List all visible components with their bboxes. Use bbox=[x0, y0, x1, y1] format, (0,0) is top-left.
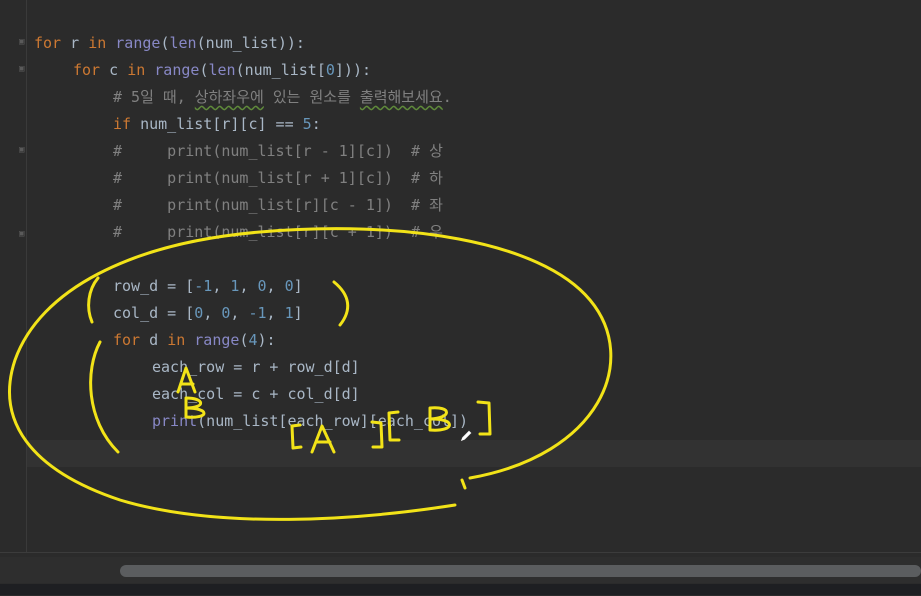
code-token: ): bbox=[257, 331, 276, 349]
fold-marker-icon[interactable]: ▣ bbox=[19, 230, 28, 239]
code-editor[interactable]: ▣ ▣ ▣ ▣ for r in range(len(num_list)): fo… bbox=[0, 0, 921, 552]
code-line[interactable]: # print(num_list[r - 1][c]) # 상 bbox=[113, 138, 443, 165]
code-token: # 5일 때, bbox=[113, 88, 195, 106]
code-token: # print(num_list[r + 1][c]) # 하 bbox=[113, 169, 443, 187]
code-token: . bbox=[442, 88, 452, 106]
code-line[interactable]: for c in range(len(num_list[0])): bbox=[73, 57, 371, 84]
bottom-strip bbox=[0, 584, 921, 595]
code-token: -1 bbox=[248, 304, 267, 322]
gutter-divider bbox=[26, 0, 27, 552]
code-token: , bbox=[239, 277, 258, 295]
code-token: each_row = r + row_d[d] bbox=[152, 358, 360, 376]
code-token: (num_list[ bbox=[235, 61, 326, 79]
code-line[interactable]: # print(num_list[r + 1][c]) # 하 bbox=[113, 165, 443, 192]
fold-marker-icon[interactable]: ▣ bbox=[19, 146, 28, 155]
code-token: range bbox=[194, 331, 240, 349]
code-line[interactable]: # print(num_list[r][c - 1]) # 좌 bbox=[113, 192, 443, 219]
code-token: ] bbox=[293, 277, 303, 295]
code-token: d bbox=[140, 331, 168, 349]
code-token: if bbox=[113, 115, 132, 133]
code-token: # print(num_list[r][c + 1]) # 우 bbox=[113, 223, 443, 241]
code-line[interactable]: col_d = [0, 0, -1, 1] bbox=[113, 300, 303, 327]
code-token: row_d = [ bbox=[113, 277, 195, 295]
code-token: in bbox=[127, 61, 146, 79]
code-token: in bbox=[167, 331, 186, 349]
code-line[interactable]: for r in range(len(num_list)): bbox=[34, 30, 305, 57]
code-token: for bbox=[113, 331, 141, 349]
code-token: len bbox=[208, 61, 236, 79]
code-line[interactable]: # 5일 때, 상하좌우에 있는 원소를 출력해보세요. bbox=[113, 84, 452, 111]
code-token: r bbox=[61, 34, 89, 52]
code-token: len bbox=[169, 34, 197, 52]
code-line[interactable]: row_d = [-1, 1, 0, 0] bbox=[113, 273, 303, 300]
code-line[interactable]: if num_list[r][c] == 5: bbox=[113, 111, 321, 138]
code-token: 0 bbox=[284, 277, 294, 295]
code-token: 0 bbox=[325, 61, 335, 79]
code-token: ] bbox=[293, 304, 303, 322]
code-token: 출력해보세요 bbox=[359, 88, 443, 106]
code-token: for bbox=[34, 34, 62, 52]
code-token: col_d = [ bbox=[113, 304, 195, 322]
code-line[interactable]: each_col = c + col_d[d] bbox=[152, 381, 360, 408]
code-token: ])): bbox=[334, 61, 372, 79]
code-token: , bbox=[212, 277, 231, 295]
code-line[interactable]: # print(num_list[r][c + 1]) # 우 bbox=[113, 219, 443, 246]
code-token: : bbox=[311, 115, 321, 133]
code-token: for bbox=[73, 61, 101, 79]
code-token: range bbox=[115, 34, 161, 52]
code-token: 있는 원소를 bbox=[263, 88, 360, 106]
code-token: (num_list)): bbox=[196, 34, 305, 52]
code-token: print bbox=[152, 412, 198, 430]
code-token: , bbox=[203, 304, 222, 322]
code-token: , bbox=[266, 277, 285, 295]
code-token: num_list[r][c] == bbox=[131, 115, 303, 133]
code-token: 0 bbox=[194, 304, 204, 322]
code-token: c bbox=[100, 61, 128, 79]
code-token: 상하좌우에 bbox=[194, 88, 264, 106]
code-token: 4 bbox=[248, 331, 258, 349]
pen-cursor-icon bbox=[459, 429, 473, 443]
code-token: # print(num_list[r - 1][c]) # 상 bbox=[113, 142, 443, 160]
code-line[interactable]: print(num_list[each_row][each_col]) bbox=[152, 408, 468, 435]
code-token: 0 bbox=[257, 277, 267, 295]
code-token: (num_list[each_row][each_col]) bbox=[197, 412, 469, 430]
code-token: , bbox=[230, 304, 249, 322]
code-token: 1 bbox=[284, 304, 294, 322]
fold-marker-icon[interactable]: ▣ bbox=[19, 38, 28, 47]
horizontal-scrollbar-thumb[interactable] bbox=[120, 565, 921, 577]
code-token: -1 bbox=[194, 277, 213, 295]
code-line[interactable]: each_row = r + row_d[d] bbox=[152, 354, 360, 381]
code-token: # print(num_list[r][c - 1]) # 좌 bbox=[113, 196, 443, 214]
code-token: 5 bbox=[302, 115, 312, 133]
code-token: each_col = c + col_d[d] bbox=[152, 385, 360, 403]
code-token: , bbox=[266, 304, 285, 322]
code-token: in bbox=[88, 34, 107, 52]
code-token: range bbox=[154, 61, 200, 79]
fold-marker-icon[interactable]: ▣ bbox=[19, 65, 28, 74]
current-line-highlight bbox=[27, 440, 921, 467]
code-line[interactable]: for d in range(4): bbox=[113, 327, 276, 354]
